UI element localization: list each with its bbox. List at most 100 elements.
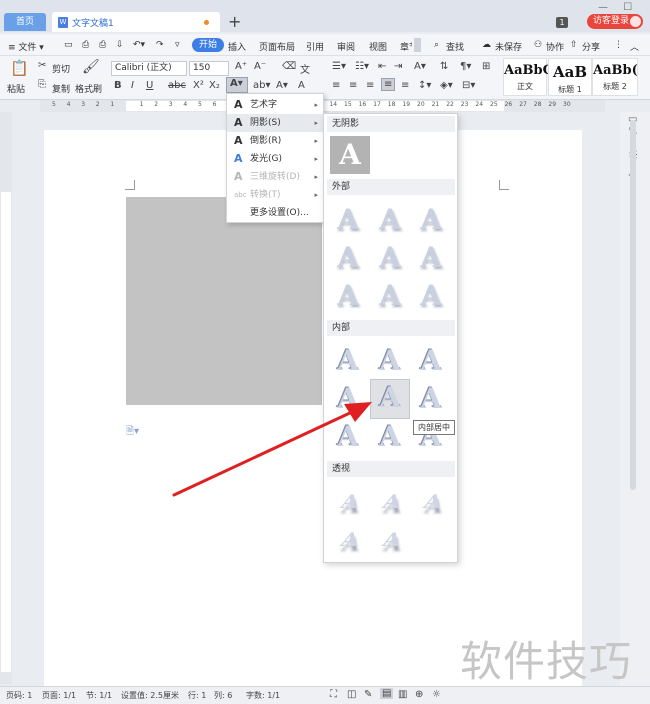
status-pages[interactable]: 页面: 1/1 [42, 690, 76, 701]
shadow-option-inner[interactable]: A [373, 343, 407, 379]
collab-label[interactable]: 协作 [546, 40, 564, 53]
fullscreen-icon[interactable]: ⛶ [330, 689, 337, 700]
more-icon[interactable]: ⋮ [614, 40, 623, 50]
copy-button[interactable]: 复制 [52, 82, 70, 95]
style-heading-2[interactable]: AaBb( 标题 2 [592, 58, 638, 96]
tab-view[interactable]: 视图 [369, 40, 387, 53]
minimize-icon[interactable]: — [598, 2, 608, 13]
export-icon[interactable]: ⇩ [116, 40, 124, 50]
tab-scroll-handle[interactable] [414, 38, 421, 52]
menu-item-more-settings[interactable]: 更多设置(O)... [227, 204, 323, 222]
print-icon[interactable]: ⎙ [99, 40, 106, 50]
status-column[interactable]: 列: 6 [214, 690, 232, 701]
paste-icon[interactable]: 📋 [10, 59, 29, 77]
show-marks-icon[interactable]: ¶▾ [460, 61, 471, 72]
table-borders-icon[interactable]: ⊟▾ [462, 80, 475, 91]
style-normal[interactable]: AaBbC 正文 [503, 58, 553, 96]
share-icon[interactable]: ⇧ [570, 40, 578, 50]
search-icon[interactable]: ⌕ [434, 40, 439, 50]
status-page-number[interactable]: 页码: 1 [6, 690, 32, 701]
borders-icon[interactable]: ⊞ [482, 61, 490, 72]
sort-icon[interactable]: ⇅ [440, 61, 448, 72]
justify-icon[interactable]: ≡ [381, 78, 396, 91]
grow-font-icon[interactable]: A⁺ [235, 61, 247, 72]
align-left-icon[interactable]: ≡ [332, 80, 340, 91]
shadow-option-inner[interactable]: A [331, 381, 365, 417]
vertical-scrollbar[interactable] [630, 120, 636, 490]
print-preview-icon[interactable]: ⎙ [82, 40, 89, 50]
unsaved-label[interactable]: 未保存 [495, 40, 522, 53]
cut-button[interactable]: 剪切 [52, 62, 70, 75]
cut-icon[interactable]: ✂ [38, 60, 46, 71]
status-setting[interactable]: 设置值: 2.5厘米 [121, 690, 179, 701]
shadow-option-inner[interactable]: A [414, 381, 448, 417]
tab-start[interactable]: 开始 [192, 38, 225, 52]
clear-format-icon[interactable]: ⌫ [282, 61, 296, 72]
text-effect-icon[interactable]: A▾ [226, 77, 248, 93]
tab-insert[interactable]: 插入 [228, 40, 246, 53]
selected-image-placeholder[interactable] [126, 197, 322, 405]
style-heading-1[interactable]: AaB 标题 1 [548, 58, 592, 96]
shading-icon[interactable]: ◈▾ [440, 80, 453, 91]
redo-icon[interactable]: ↷ [156, 40, 164, 50]
italic-icon[interactable]: I [131, 80, 134, 91]
shadow-option-inner[interactable]: A [331, 419, 365, 455]
outdent-icon[interactable]: ⇤ [378, 61, 386, 72]
shadow-option-outer[interactable]: A [373, 240, 407, 276]
document-marker-icon[interactable]: 🗎▾ [126, 424, 139, 441]
format-painter-icon[interactable]: 🖌 [82, 59, 100, 75]
window-count-badge[interactable]: 1 [556, 17, 568, 28]
shadow-option-outer[interactable]: A [331, 278, 365, 314]
shadow-option-perspective[interactable]: A [328, 487, 372, 518]
status-section[interactable]: 节: 1/1 [86, 690, 112, 701]
search-label[interactable]: 查找 [446, 40, 464, 53]
shadow-option-outer[interactable]: A [373, 278, 407, 314]
shadow-option-outer[interactable]: A [414, 240, 448, 276]
shadow-option-outer[interactable]: A [331, 202, 365, 238]
font-name-select[interactable]: Calibri (正文) [111, 61, 187, 76]
menu-item-glow[interactable]: A 发光(G) ▸ [227, 150, 323, 168]
font-size-select[interactable]: 150 [189, 61, 229, 76]
eye-protect-icon[interactable]: ☼ [432, 689, 441, 700]
maximize-icon[interactable]: ☐ [623, 2, 632, 13]
shadow-option-outer[interactable]: A [331, 240, 365, 276]
web-view-icon[interactable]: ⊕ [415, 689, 423, 700]
underline-icon[interactable]: U [146, 80, 153, 91]
shadow-option-perspective[interactable]: A [370, 525, 414, 556]
shadow-option-inner[interactable]: A [373, 419, 407, 455]
save-icon[interactable]: ▭ [64, 40, 73, 50]
bullets-icon[interactable]: ☰▾ [332, 61, 346, 72]
format-painter-button[interactable]: 格式刷 [75, 82, 102, 95]
status-word-count[interactable]: 字数: 1/1 [246, 690, 280, 701]
write-mode-icon[interactable]: ✎ [364, 689, 372, 700]
share-label[interactable]: 分享 [582, 40, 600, 53]
copy-icon[interactable]: ⎘ [38, 79, 46, 90]
numbering-icon[interactable]: ☷▾ [355, 61, 369, 72]
page-view-icon[interactable]: ▤ [380, 688, 394, 699]
subscript-icon[interactable]: X₂ [209, 80, 220, 91]
status-row[interactable]: 行: 1 [188, 690, 206, 701]
vertical-ruler[interactable] [0, 112, 12, 684]
tab-home[interactable]: 首页 [4, 13, 46, 31]
indent-icon[interactable]: ⇥ [394, 61, 402, 72]
strikethrough-icon[interactable]: abc [168, 80, 186, 91]
chinese-layout-icon[interactable]: A▾ [414, 61, 426, 72]
collab-icon[interactable]: ⚇ [534, 40, 542, 50]
distributed-icon[interactable]: ≡ [401, 80, 409, 91]
read-mode-icon[interactable]: ◫ [347, 689, 356, 700]
highlight-icon[interactable]: ab▾ [253, 80, 271, 91]
shadow-option-perspective[interactable]: A [411, 487, 455, 518]
tab-references[interactable]: 引用 [306, 40, 324, 53]
tab-chapter[interactable]: 章节 [400, 40, 412, 53]
cloud-icon[interactable]: ☁ [482, 40, 491, 50]
bold-icon[interactable]: B [114, 80, 122, 91]
visitor-login-button[interactable]: 访客登录 [587, 14, 643, 29]
outline-view-icon[interactable]: ▥ [398, 689, 407, 700]
shadow-option-perspective[interactable]: A [328, 525, 372, 556]
line-spacing-icon[interactable]: ↕▾ [418, 80, 431, 91]
shadow-option-perspective[interactable]: A [370, 487, 414, 518]
menu-item-shadow[interactable]: A 阴影(S) ▸ [227, 114, 323, 132]
more-quick-icon[interactable]: ▿ [175, 40, 180, 50]
shadow-option-inner[interactable]: A [414, 343, 448, 379]
superscript-icon[interactable]: X² [193, 80, 204, 91]
